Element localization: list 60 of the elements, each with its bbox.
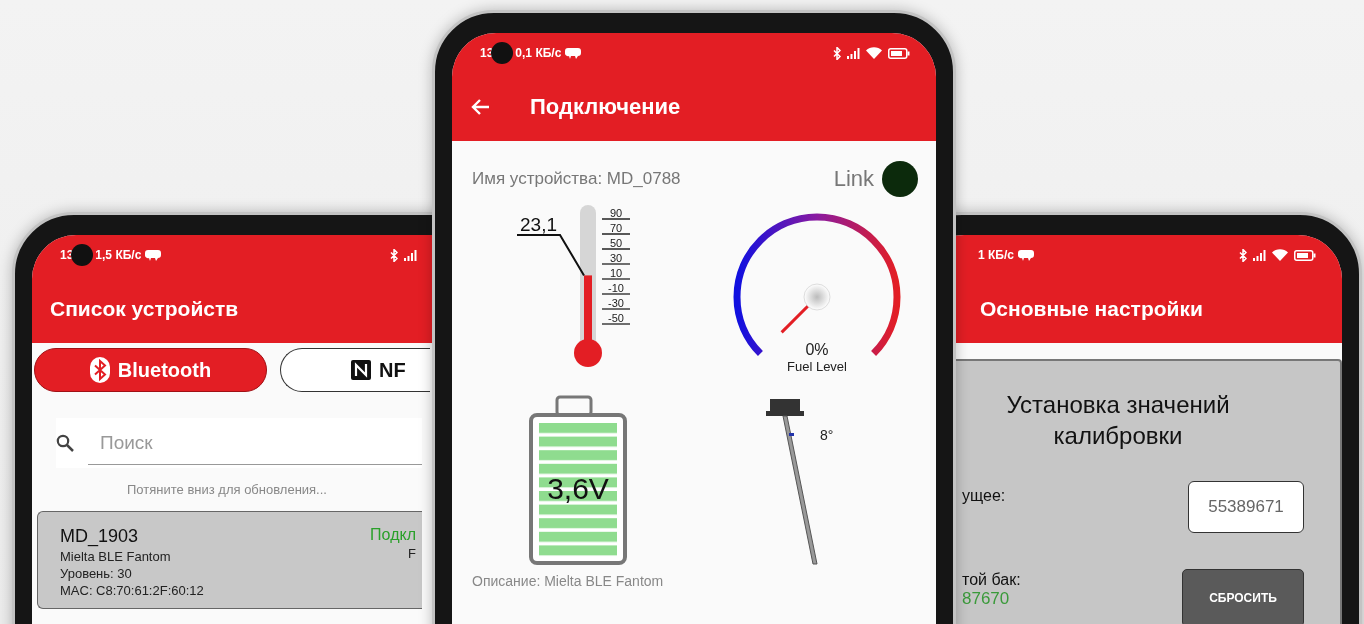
nfc-icon	[351, 360, 371, 380]
battery-icon	[888, 47, 910, 59]
fuel-level-label: Fuel Level	[787, 359, 847, 374]
current-value-field[interactable]: 55389671	[1188, 481, 1304, 534]
scale-mark: -10	[601, 282, 631, 295]
scale-mark: -50	[601, 312, 631, 325]
scale-mark: 30	[601, 252, 631, 265]
wifi-icon	[866, 47, 882, 59]
screen-title: Основные настройки	[980, 297, 1203, 321]
scale-mark: -30	[601, 297, 631, 310]
link-label: Link	[833, 166, 874, 192]
bluetooth-icon	[89, 357, 110, 383]
fuel-percent: 0%	[805, 341, 829, 358]
network-speed: 1,5 КБ/с	[95, 248, 142, 262]
device-level: Уровень: 30	[60, 566, 133, 581]
search-icon	[56, 434, 74, 452]
network-speed: 1 КБ/с	[978, 248, 1014, 262]
screen-title: Список устройств	[50, 297, 239, 321]
wifi-icon	[1272, 249, 1288, 261]
tab[interactable]: Bluetooth	[34, 348, 267, 392]
device-card[interactable]: MD_1903 Mielta BLE Fantom Уровень: 30 MAC: C8:70:61:2F:60:12 Подкл F	[37, 511, 422, 609]
network-speed: 0,1 КБ/с	[515, 46, 562, 60]
empty-tank-value: 87670	[962, 589, 1011, 610]
cloud-icon	[565, 47, 582, 59]
device-detail: F	[408, 546, 416, 561]
leader-line	[516, 234, 585, 277]
empty-tank-label: той бак:	[962, 571, 1021, 590]
tab[interactable]: NF	[280, 348, 430, 392]
signal-icon	[1253, 249, 1266, 261]
refresh-hint: Потяните вниз для обновления...	[126, 481, 328, 497]
search-field[interactable]: Поиск	[56, 418, 422, 468]
scale-mark: 10	[601, 267, 631, 280]
connect-status: Подкл	[370, 526, 416, 544]
angle-reading: 8°	[820, 427, 834, 443]
bluetooth-icon	[833, 46, 841, 60]
cloud-icon	[1017, 249, 1034, 261]
camera-hole	[71, 244, 94, 266]
signal-icon	[847, 47, 860, 59]
device-name: MD_1903	[60, 526, 140, 547]
reset-button[interactable]: СБРОСИТЬ	[1182, 569, 1304, 624]
device-mac: MAC: C8:70:61:2F:60:12	[60, 583, 204, 598]
bluetooth-icon	[1239, 248, 1247, 262]
link-indicator	[882, 161, 918, 197]
cloud-icon	[145, 249, 162, 261]
temperature-reading: 23,1	[520, 214, 557, 235]
scale-mark: 90	[601, 207, 631, 220]
device-name: Имя устройства: MD_0788	[472, 169, 681, 189]
gauge-needle	[780, 283, 831, 334]
device-model: Mielta BLE Fantom	[60, 549, 172, 564]
current-label: ущее:	[962, 487, 1006, 506]
scale-mark: 50	[601, 237, 631, 250]
camera-hole	[491, 42, 514, 64]
bluetooth-icon	[390, 248, 398, 262]
panel-heading: Установка значений калибровки	[1005, 390, 1231, 452]
screen-title: Подключение	[530, 94, 681, 120]
back-arrow-icon[interactable]	[470, 98, 490, 116]
battery-icon	[1294, 249, 1316, 261]
device-description: Описание: Mielta BLE Fantom	[472, 573, 665, 589]
signal-icon	[404, 249, 417, 261]
scale-mark: 70	[601, 222, 631, 235]
